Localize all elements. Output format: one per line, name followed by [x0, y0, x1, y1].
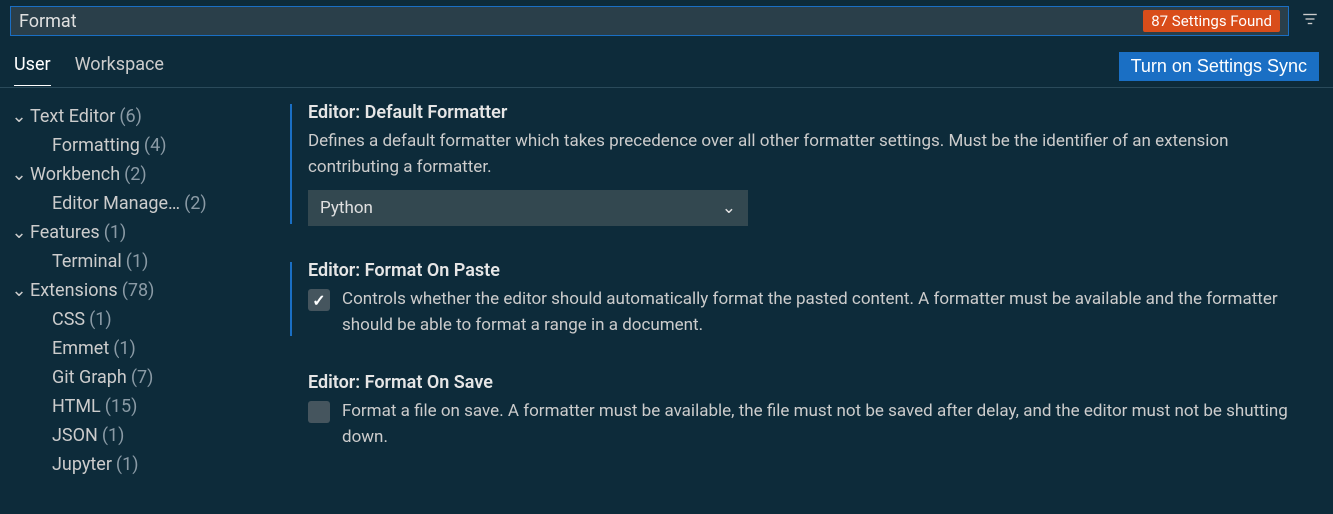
filter-icon[interactable] [1297, 6, 1323, 36]
search-input[interactable]: Format 87 Settings Found [10, 6, 1289, 36]
tree-count: (2) [184, 193, 207, 214]
tree-item-features[interactable]: ⌄ Features (1) [10, 218, 282, 247]
chevron-down-icon: ⌄ [10, 222, 28, 243]
tree-item-formatting[interactable]: Formatting (4) [10, 131, 282, 160]
scope-tabs: User Workspace [14, 54, 164, 86]
checkbox-row: Controls whether the editor should autom… [308, 287, 1303, 338]
tree-item-css[interactable]: CSS (1) [10, 305, 282, 334]
tree-label: Text Editor [30, 106, 115, 127]
chevron-down-icon: ⌄ [10, 280, 28, 301]
tree-label: Terminal [52, 251, 122, 272]
tree-label: Git Graph [52, 367, 127, 388]
format-on-save-checkbox[interactable] [308, 401, 330, 423]
tree-item-text-editor[interactable]: ⌄ Text Editor (6) [10, 102, 282, 131]
setting-format-on-paste: Editor: Format On Paste Controls whether… [290, 260, 1303, 338]
tree-count: (4) [144, 135, 167, 156]
setting-default-formatter: Editor: Default Formatter Defines a defa… [290, 102, 1303, 226]
tree-count: (1) [126, 251, 149, 272]
tabs-row: User Workspace Turn on Settings Sync [0, 42, 1333, 88]
search-row: Format 87 Settings Found [0, 0, 1333, 42]
tree-label: CSS [52, 309, 85, 330]
tree-count: (1) [104, 222, 127, 243]
tree-item-extensions[interactable]: ⌄ Extensions (78) [10, 276, 282, 305]
tree-label: Editor Manage… [52, 193, 180, 214]
tree-label: Jupyter [52, 454, 112, 475]
setting-title: Editor: Format On Paste [308, 260, 1303, 281]
tree-count: (1) [113, 338, 136, 359]
tree-label: Extensions [30, 280, 118, 301]
content-area: ⌄ Text Editor (6) Formatting (4) ⌄ Workb… [0, 88, 1333, 506]
tree-item-editor-management[interactable]: Editor Manage… (2) [10, 189, 282, 218]
settings-tree: ⌄ Text Editor (6) Formatting (4) ⌄ Workb… [0, 88, 290, 506]
setting-title: Editor: Default Formatter [308, 102, 1303, 123]
tree-count: (1) [102, 425, 125, 446]
tree-count: (2) [124, 164, 147, 185]
tree-label: Emmet [52, 338, 109, 359]
tree-item-emmet[interactable]: Emmet (1) [10, 334, 282, 363]
format-on-paste-checkbox[interactable] [308, 289, 330, 311]
tree-count: (1) [116, 454, 139, 475]
tree-label: Features [30, 222, 100, 243]
tree-label: Workbench [30, 164, 120, 185]
results-count-badge: 87 Settings Found [1143, 10, 1280, 32]
tree-item-html[interactable]: HTML (15) [10, 392, 282, 421]
default-formatter-select[interactable]: Python ⌄ [308, 190, 748, 226]
setting-format-on-save: Editor: Format On Save Format a file on … [290, 372, 1303, 450]
select-value: Python [320, 198, 373, 218]
tree-count: (6) [119, 106, 142, 127]
search-value: Format [19, 11, 77, 32]
tab-workspace[interactable]: Workspace [75, 54, 164, 86]
tree-count: (15) [105, 396, 138, 417]
tree-item-workbench[interactable]: ⌄ Workbench (2) [10, 160, 282, 189]
tab-user[interactable]: User [14, 54, 51, 86]
checkbox-row: Format a file on save. A formatter must … [308, 399, 1303, 450]
tree-item-jupyter[interactable]: Jupyter (1) [10, 450, 282, 479]
tree-item-git-graph[interactable]: Git Graph (7) [10, 363, 282, 392]
tree-count: (7) [131, 367, 154, 388]
settings-sync-button[interactable]: Turn on Settings Sync [1119, 52, 1319, 81]
setting-description: Format a file on save. A formatter must … [342, 399, 1303, 450]
tree-item-json[interactable]: JSON (1) [10, 421, 282, 450]
tree-label: JSON [52, 425, 98, 446]
tree-label: Formatting [52, 135, 140, 156]
tree-item-terminal[interactable]: Terminal (1) [10, 247, 282, 276]
setting-description: Defines a default formatter which takes … [308, 129, 1303, 180]
setting-description: Controls whether the editor should autom… [342, 287, 1303, 338]
setting-title: Editor: Format On Save [308, 372, 1303, 393]
chevron-down-icon: ⌄ [10, 164, 28, 185]
chevron-down-icon: ⌄ [10, 106, 28, 127]
settings-panel: Editor: Default Formatter Defines a defa… [290, 88, 1333, 506]
tree-count: (1) [89, 309, 112, 330]
chevron-down-icon: ⌄ [722, 198, 736, 218]
tree-count: (78) [122, 280, 155, 301]
tree-label: HTML [52, 396, 101, 417]
